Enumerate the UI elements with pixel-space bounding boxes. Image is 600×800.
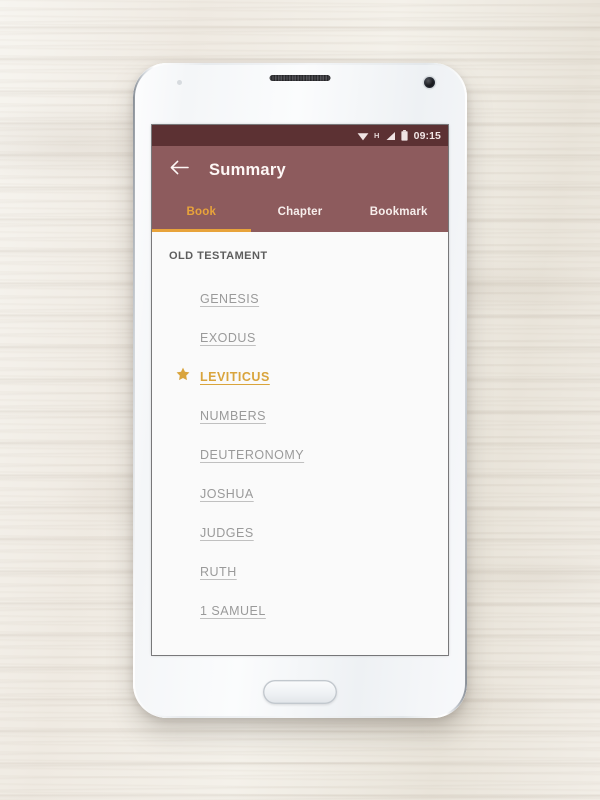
tab-bookmark-label: Bookmark: [369, 205, 428, 218]
tab-book-label: Book: [186, 205, 217, 218]
book-name: EXODUS: [200, 330, 256, 345]
physical-home-button[interactable]: [263, 680, 337, 704]
tab-chapter-label: Chapter: [277, 205, 323, 218]
book-name: DEUTERONOMY: [200, 447, 305, 462]
book-name: NUMBERS: [200, 408, 267, 423]
list-item[interactable]: RUTH: [152, 552, 448, 591]
list-item[interactable]: DEUTERONOMY: [152, 435, 448, 474]
status-bar: H 09:15: [152, 125, 448, 146]
book-name: JUDGES: [200, 525, 254, 540]
star-icon: [176, 367, 190, 386]
list-item-selected[interactable]: LEVITICUS: [152, 357, 448, 396]
list-item[interactable]: JOSHUA: [152, 474, 448, 513]
tab-bookmark[interactable]: Bookmark: [349, 194, 448, 232]
book-name: JOSHUA: [200, 486, 254, 501]
back-arrow-icon: [170, 160, 189, 180]
book-name: GENESIS: [200, 291, 260, 306]
book-name: RUTH: [200, 564, 237, 579]
book-name: 1 SAMUEL: [200, 603, 266, 618]
tab-chapter[interactable]: Chapter: [251, 194, 350, 232]
page-title: Summary: [209, 160, 286, 179]
phone-screen: H 09:15 Summary Book Chapter Bookmark OL…: [152, 125, 448, 655]
smartphone-device: H 09:15 Summary Book Chapter Bookmark OL…: [133, 63, 467, 718]
battery-full-icon: [401, 130, 408, 141]
cellular-signal-icon: [385, 131, 396, 141]
proximity-sensor-icon: [177, 80, 182, 85]
earpiece-speaker-icon: [269, 75, 331, 81]
book-name: LEVITICUS: [200, 369, 270, 384]
section-header-old-testament: OLD TESTAMENT: [169, 250, 268, 262]
app-bar: Summary: [152, 146, 448, 194]
front-camera-icon: [424, 77, 435, 88]
clock-label: 09:15: [413, 129, 441, 142]
list-item[interactable]: NUMBERS: [152, 396, 448, 435]
network-type-label: H: [374, 131, 380, 140]
tab-book[interactable]: Book: [152, 194, 251, 232]
bookmark-star-slot: [176, 367, 200, 386]
list-item[interactable]: GENESIS: [152, 279, 448, 318]
back-button[interactable]: [164, 155, 194, 185]
list-item[interactable]: 1 SAMUEL: [152, 591, 448, 630]
tab-bar: Book Chapter Bookmark: [152, 194, 448, 232]
list-item[interactable]: JUDGES: [152, 513, 448, 552]
list-item[interactable]: EXODUS: [152, 318, 448, 357]
book-list[interactable]: OLD TESTAMENT GENESIS EXODUS LEVITICUS N…: [152, 232, 448, 655]
wifi-icon: [357, 131, 369, 141]
